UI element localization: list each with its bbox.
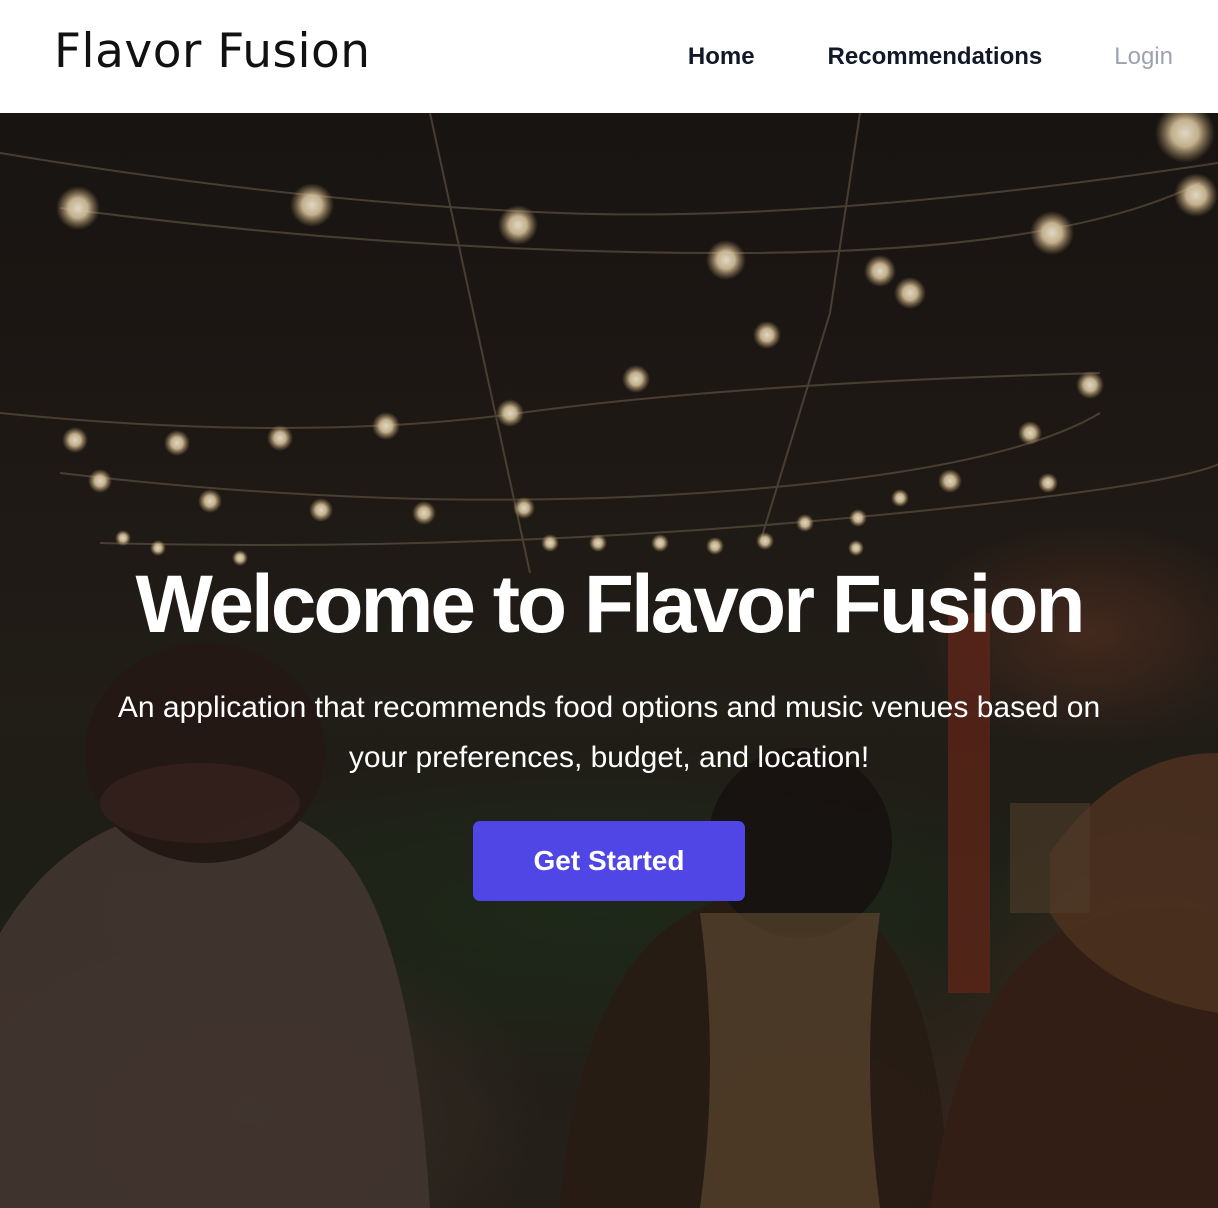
get-started-button[interactable]: Get Started bbox=[473, 821, 745, 901]
hero-subtitle: An application that recommends food opti… bbox=[117, 691, 1101, 774]
hero-overlay bbox=[0, 113, 1218, 1208]
navbar: Flavor Fusion Home Recommendations Login bbox=[0, 0, 1218, 113]
hero-title: Welcome to Flavor Fusion bbox=[135, 559, 1085, 650]
nav-link-home[interactable]: Home bbox=[688, 43, 755, 71]
nav-links: Home Recommendations Login bbox=[688, 43, 1173, 71]
brand-logo[interactable]: Flavor Fusion bbox=[54, 24, 371, 79]
hero-section: Welcome to Flavor Fusion An application … bbox=[0, 113, 1218, 1208]
nav-link-recommendations[interactable]: Recommendations bbox=[828, 43, 1043, 71]
nav-link-login[interactable]: Login bbox=[1114, 43, 1173, 71]
